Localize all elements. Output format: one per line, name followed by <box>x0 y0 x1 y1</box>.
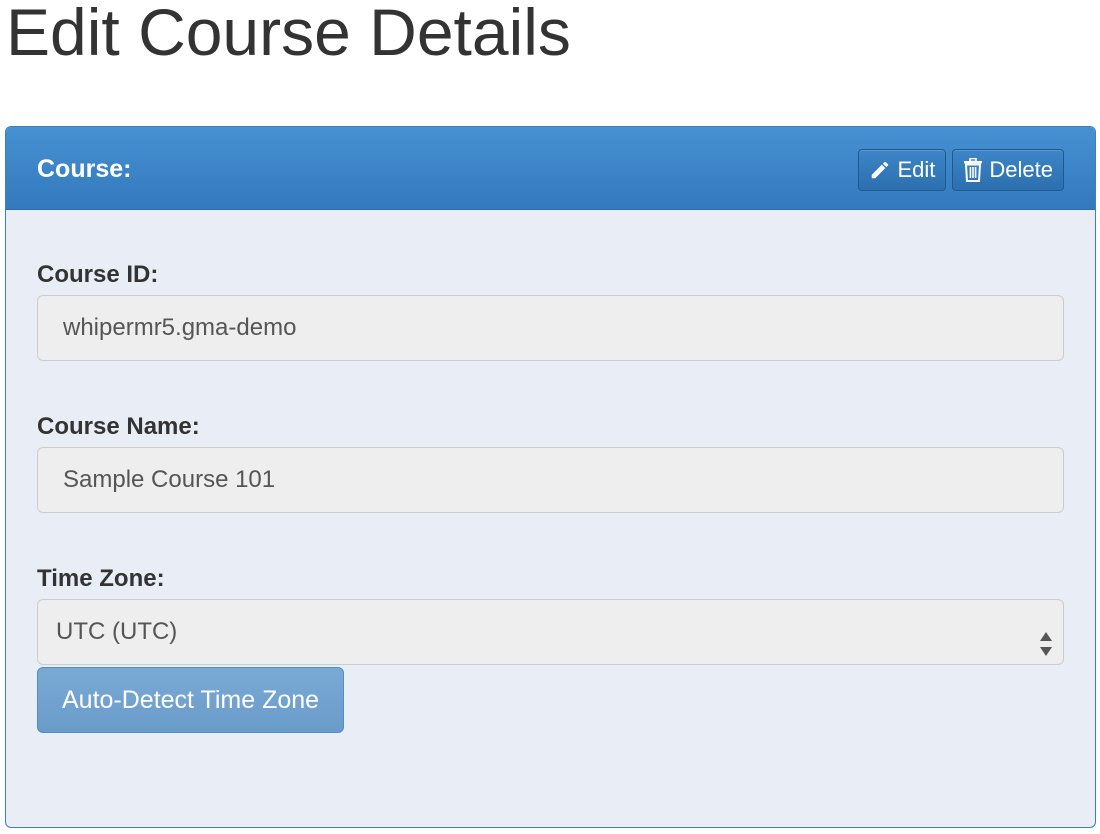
time-zone-select[interactable]: UTC (UTC) <box>37 599 1064 665</box>
auto-detect-time-zone-button[interactable]: Auto-Detect Time Zone <box>37 667 345 733</box>
course-id-input[interactable]: whipermr5.gma-demo <box>37 295 1064 361</box>
delete-button-label: Delete <box>989 157 1053 182</box>
trash-icon <box>963 158 983 182</box>
time-zone-label: Time Zone: <box>37 565 165 592</box>
panel-heading: Course: Edit Delete <box>6 127 1095 210</box>
course-id-label: Course ID: <box>37 261 159 288</box>
pencil-icon <box>869 159 891 181</box>
course-panel: Course: Edit Delete Course ID: whipermr5… <box>5 126 1096 828</box>
time-zone-selected-value: UTC (UTC) <box>56 618 178 645</box>
panel-title: Course: <box>37 155 132 183</box>
panel-actions: Edit Delete <box>858 149 1064 191</box>
page-title: Edit Course Details <box>6 0 571 69</box>
select-arrows-icon <box>1039 619 1053 656</box>
delete-button[interactable]: Delete <box>952 149 1064 191</box>
edit-button-label: Edit <box>897 157 936 182</box>
edit-button[interactable]: Edit <box>858 149 947 191</box>
course-name-label: Course Name: <box>37 413 200 440</box>
course-name-input[interactable]: Sample Course 101 <box>37 447 1064 513</box>
